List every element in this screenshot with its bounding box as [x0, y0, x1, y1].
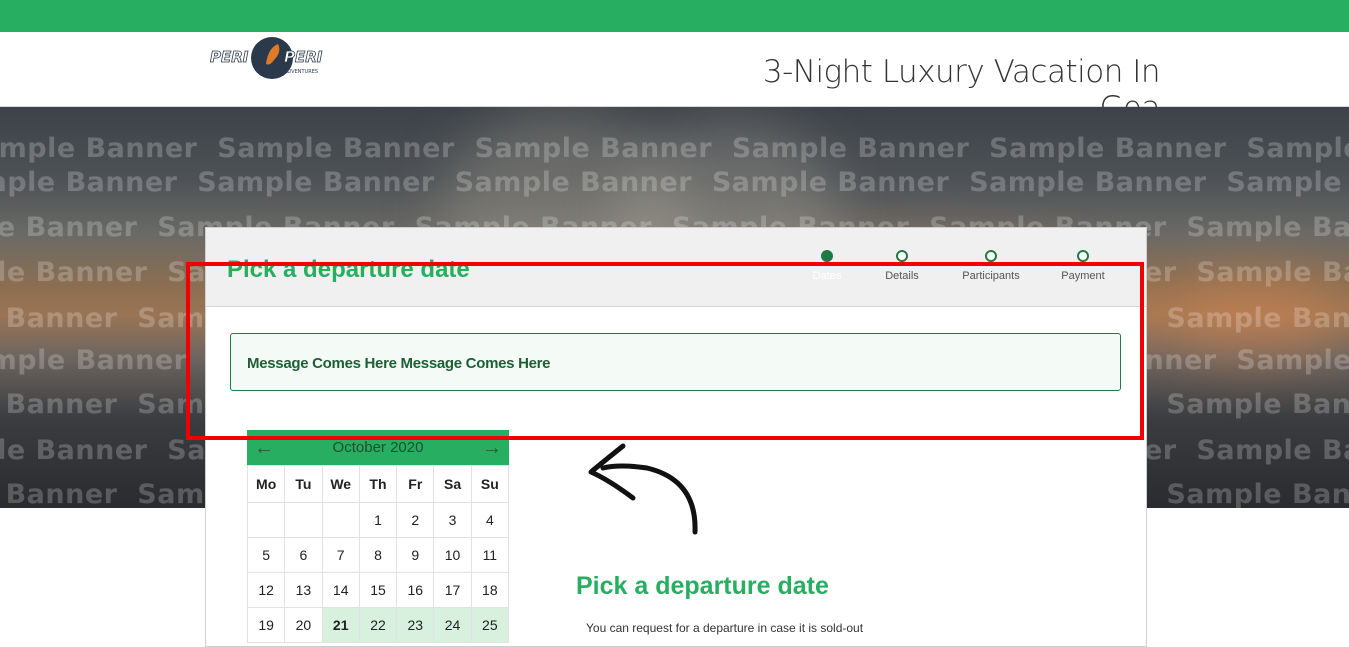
calendar-day[interactable]: 13: [284, 572, 323, 608]
calendar-day[interactable]: 19: [246, 607, 286, 643]
banner-watermark: Sample Banner Sample Banner Sample Banne…: [0, 167, 1349, 198]
top-brand-bar: [0, 0, 1349, 32]
calendar-day[interactable]: 8: [358, 537, 398, 573]
calendar-empty-cell: [284, 502, 323, 538]
calendar-day[interactable]: 11: [470, 537, 510, 573]
calendar-day[interactable]: 18: [470, 572, 510, 608]
header: PERI PERI ADVENTURES 3-Night Luxury Vaca…: [0, 32, 1349, 126]
banner-watermark: Sample Banner Sample Banner Sample Banne…: [0, 133, 1349, 164]
calendar-empty-cell: [246, 502, 286, 538]
step-dot-icon: [821, 250, 833, 262]
calendar-day-available[interactable]: 24: [433, 607, 472, 643]
calendar-grid: Mo Tu We Th Fr Sa Su 1 2 3 4 5 6 7 8 9 1…: [246, 465, 510, 643]
hint-title: Pick a departure date: [576, 572, 829, 600]
calendar-day[interactable]: 4: [470, 502, 510, 538]
weekday-header: Mo: [246, 465, 286, 503]
calendar-day[interactable]: 10: [433, 537, 472, 573]
calendar-day[interactable]: 16: [396, 572, 435, 608]
calendar-day[interactable]: 5: [246, 537, 286, 573]
hint-note: You can request for a departure in case …: [586, 621, 864, 635]
departure-calendar: ← October 2020 → Mo Tu We Th Fr Sa Su 1 …: [246, 430, 510, 643]
calendar-day[interactable]: 9: [396, 537, 435, 573]
logo-tagline: ADVENTURES: [284, 69, 318, 75]
weekday-header: Tu: [284, 465, 323, 503]
next-month-arrow-icon[interactable]: →: [482, 437, 502, 460]
calendar-month-label: October 2020: [332, 439, 424, 456]
calendar-day[interactable]: 20: [284, 607, 323, 643]
calendar-day[interactable]: 15: [358, 572, 398, 608]
step-dot-icon: [985, 250, 997, 262]
peri-peri-logo[interactable]: PERI PERI ADVENTURES: [208, 34, 336, 82]
highlight-box: [186, 262, 1144, 440]
logo-text-left: PERI: [210, 48, 249, 66]
step-dot-icon: [896, 250, 908, 262]
calendar-day[interactable]: 14: [321, 572, 360, 608]
weekday-header: Sa: [433, 465, 472, 503]
calendar-day-available[interactable]: 25: [470, 607, 510, 643]
calendar-day[interactable]: 6: [284, 537, 323, 573]
curved-arrow-icon: [588, 443, 698, 535]
calendar-day-available[interactable]: 23: [396, 607, 435, 643]
calendar-day-available[interactable]: 21: [321, 607, 360, 643]
weekday-header: We: [321, 465, 360, 503]
calendar-day[interactable]: 12: [246, 572, 286, 608]
calendar-day[interactable]: 3: [433, 502, 472, 538]
logo-text-right: PERI: [284, 48, 323, 66]
calendar-empty-cell: [321, 502, 360, 538]
weekday-header: Th: [358, 465, 398, 503]
calendar-day[interactable]: 7: [321, 537, 360, 573]
calendar-day[interactable]: 17: [433, 572, 472, 608]
calendar-day[interactable]: 1: [358, 502, 398, 538]
step-dot-icon: [1077, 250, 1089, 262]
calendar-day-available[interactable]: 22: [358, 607, 398, 643]
calendar-day[interactable]: 2: [396, 502, 435, 538]
weekday-header: Su: [470, 465, 510, 503]
weekday-header: Fr: [396, 465, 435, 503]
